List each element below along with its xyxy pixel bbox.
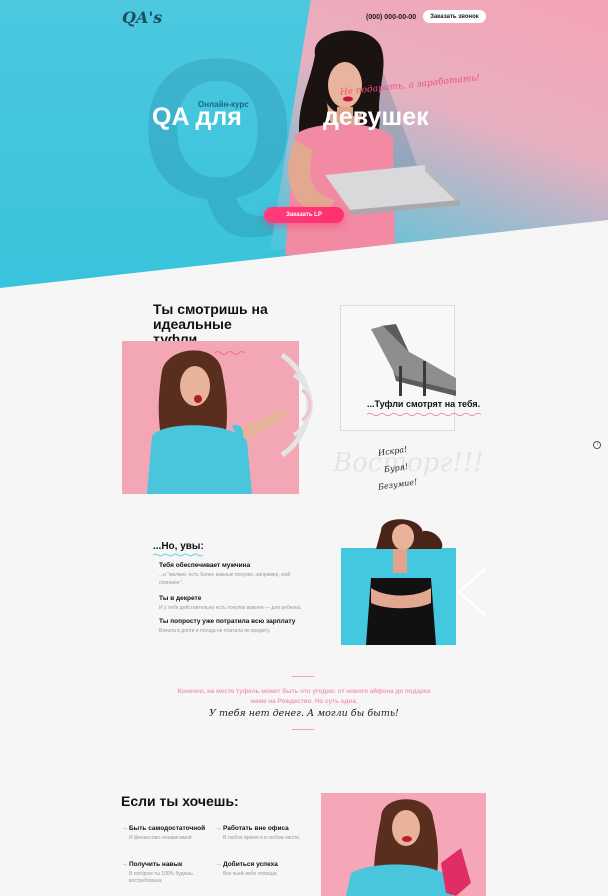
but-section-title: ...Но, увы: (153, 541, 204, 552)
wish-heading: Работать вне офиса (215, 825, 303, 833)
item-heading: Ты попросту уже потратила всю зарплату (159, 618, 296, 625)
wave-decoration (215, 351, 245, 355)
wish-text: В котором ты 100% будешь востребована. (129, 871, 193, 884)
order-lp-button[interactable]: Заказать LP (264, 207, 344, 223)
item-text: Влезла в долги и погода не платила по кр… (159, 628, 271, 634)
hero-section: QA QA's (000) 000-00-00 Заказать звонок (0, 0, 608, 290)
wish-heading: Добиться успеха (215, 861, 303, 869)
wish-section-title: Если ты хочешь: (121, 793, 239, 809)
wish-text: Без чьей-либо помощи. (223, 871, 278, 877)
list-item: Ты попросту уже потратила всю зарплату В… (159, 618, 339, 635)
logo[interactable]: QA's (122, 8, 162, 27)
crossed-arms-woman-image (341, 548, 456, 645)
wish-text: И финансово независимой. (129, 835, 193, 841)
wish-item: Получить навык В котором ты 100% будешь … (121, 861, 209, 885)
hero-title-right: девушек (323, 103, 429, 131)
caption-wave-decoration (367, 412, 482, 417)
chevron-decoration (456, 567, 486, 617)
shoes-caption: ...Туфли смотрят на тебя. (367, 399, 481, 409)
hero-title-left: QA для (152, 103, 242, 131)
sound-waves-decoration (280, 352, 313, 458)
order-call-button[interactable]: Заказать звонок (423, 10, 486, 23)
wave-decoration (153, 553, 203, 557)
phone-number[interactable]: (000) 000-00-00 (366, 14, 416, 21)
list-item: Тебя обеспечивает мужчина ...и "мелкие, … (159, 562, 339, 587)
quote-script-text: У тебя нет денег. А могли бы быть! (209, 708, 399, 719)
wish-text: В любое время и в любом месте. (223, 835, 301, 841)
list-item: Ты в декрете И у тебя действительно есть… (159, 595, 339, 612)
smiling-woman-image (321, 793, 486, 896)
item-heading: Ты в декрете (159, 595, 202, 602)
woman-head-image (376, 519, 443, 550)
wish-item: Быть самодостаточной И финансово независ… (121, 825, 209, 842)
item-text: ...и "мелкие, есть более важные покупки,… (159, 572, 291, 586)
scroll-up-icon[interactable]: ↑ (593, 441, 601, 449)
wish-item: Добиться успеха Без чьей-либо помощи. (215, 861, 303, 878)
wish-heading: Быть самодостаточной (121, 825, 209, 833)
divider (292, 676, 314, 677)
item-text: И у тебя действительно есть покупки важн… (159, 605, 302, 611)
wish-item: Работать вне офиса В любое время и в люб… (215, 825, 303, 842)
emotion-words: Искра! Буря! Безумие! (377, 442, 418, 493)
quote-pink-text: Конечно, на месте туфель может быть что … (177, 688, 431, 705)
wish-heading: Получить навык (121, 861, 209, 869)
divider (292, 729, 314, 730)
emotion-word: Безумие! (377, 477, 418, 492)
item-heading: Тебя обеспечивает мужчина (159, 562, 251, 569)
landing-page: QA QA's (000) 000-00-00 Заказать звонок (0, 0, 608, 896)
